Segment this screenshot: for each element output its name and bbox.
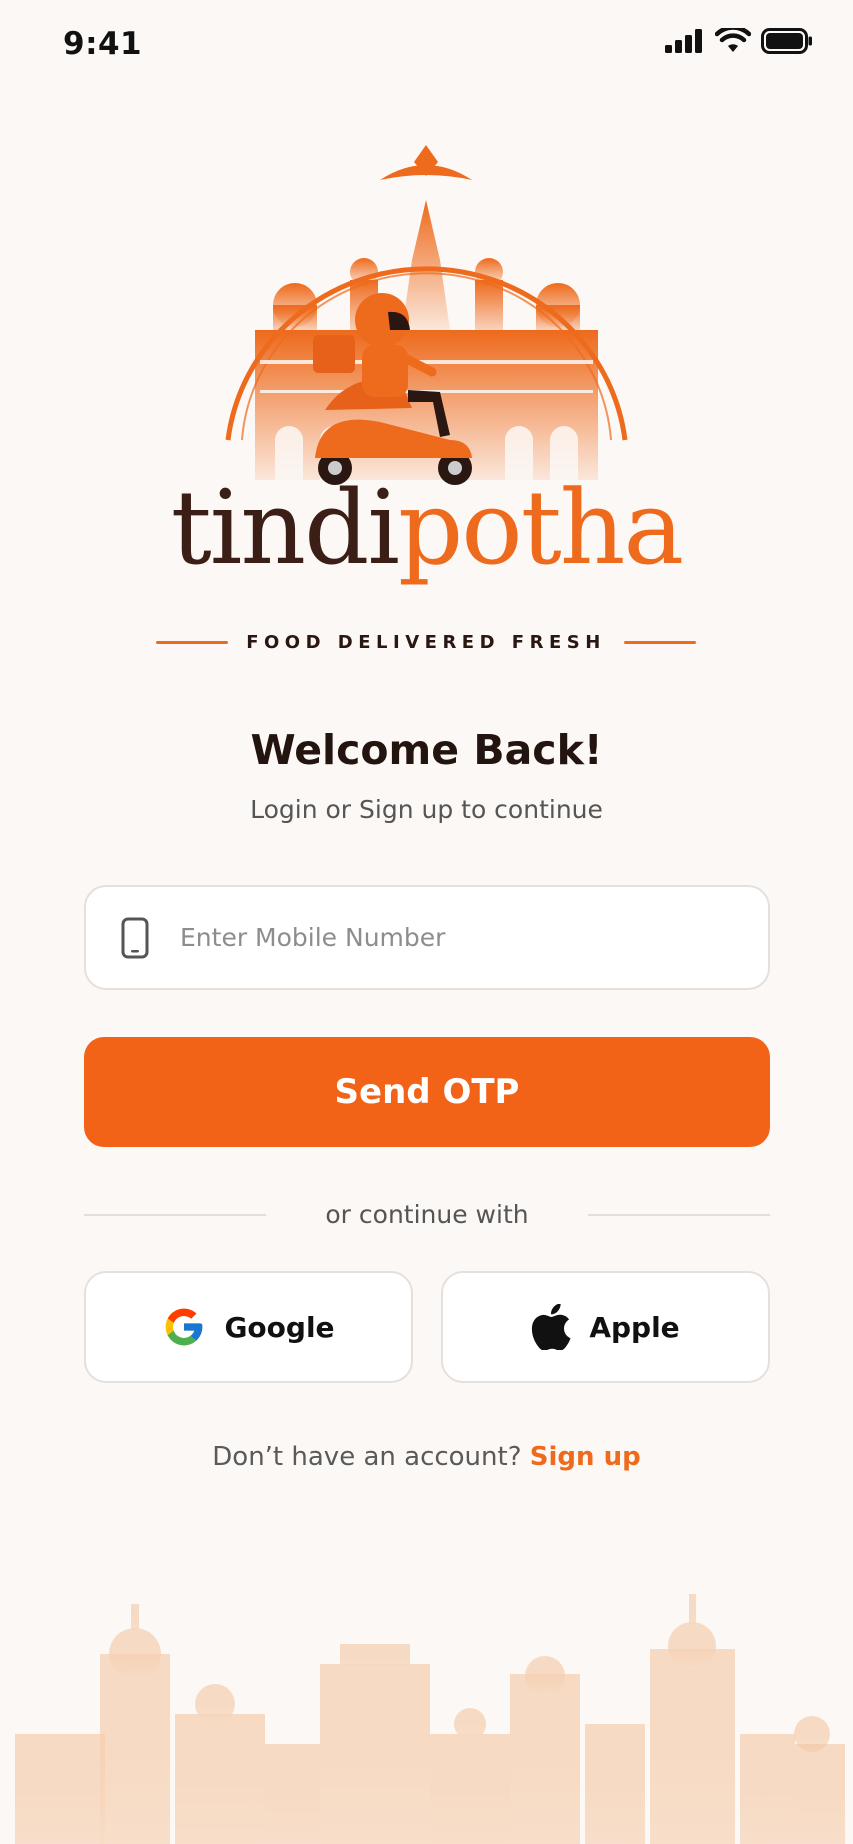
status-icons: [665, 28, 813, 54]
brand-tagline: FOOD DELIVERED FRESH: [246, 632, 606, 653]
brand-name-part1: tindi: [170, 469, 400, 588]
brand-name: tindipotha: [0, 478, 853, 580]
signal-icon: [665, 29, 702, 53]
google-login-button[interactable]: Google: [84, 1271, 413, 1383]
tagline-divider-right: [624, 641, 696, 644]
google-icon: [166, 1308, 203, 1346]
apple-login-button[interactable]: Apple: [441, 1271, 770, 1383]
mobile-number-input[interactable]: [180, 923, 740, 952]
continue-with-divider: or continue with: [84, 1200, 770, 1229]
mobile-number-field[interactable]: [84, 885, 770, 990]
send-otp-button[interactable]: Send OTP: [84, 1037, 770, 1147]
google-label: Google: [224, 1310, 335, 1344]
brand-illustration: [225, 145, 628, 485]
apple-icon: [532, 1304, 571, 1350]
welcome-title: Welcome Back!: [250, 726, 603, 774]
signup-row: Don’t have an account? Sign up: [0, 1442, 853, 1472]
tagline-row: FOOD DELIVERED FRESH: [156, 632, 696, 653]
welcome-subtitle: Login or Sign up to continue: [250, 795, 603, 824]
status-time: 9:41: [63, 26, 143, 62]
skyline-illustration: [15, 1594, 845, 1844]
signup-prompt: Don’t have an account?: [212, 1442, 522, 1472]
tagline-divider-left: [156, 641, 228, 644]
signup-link[interactable]: Sign up: [530, 1442, 641, 1472]
mobile-phone-icon: [120, 916, 150, 960]
wifi-icon: [715, 28, 751, 52]
apple-label: Apple: [589, 1310, 680, 1344]
brand-name-part2: potha: [398, 469, 684, 588]
login-screen: 9:41 tindipotha FOOD DELIVERED FRESH Wel…: [0, 0, 853, 1844]
divider-line-left: [84, 1213, 266, 1216]
divider-line-right: [588, 1213, 770, 1216]
battery-icon: [761, 28, 812, 54]
divider-text: or continue with: [325, 1200, 529, 1229]
